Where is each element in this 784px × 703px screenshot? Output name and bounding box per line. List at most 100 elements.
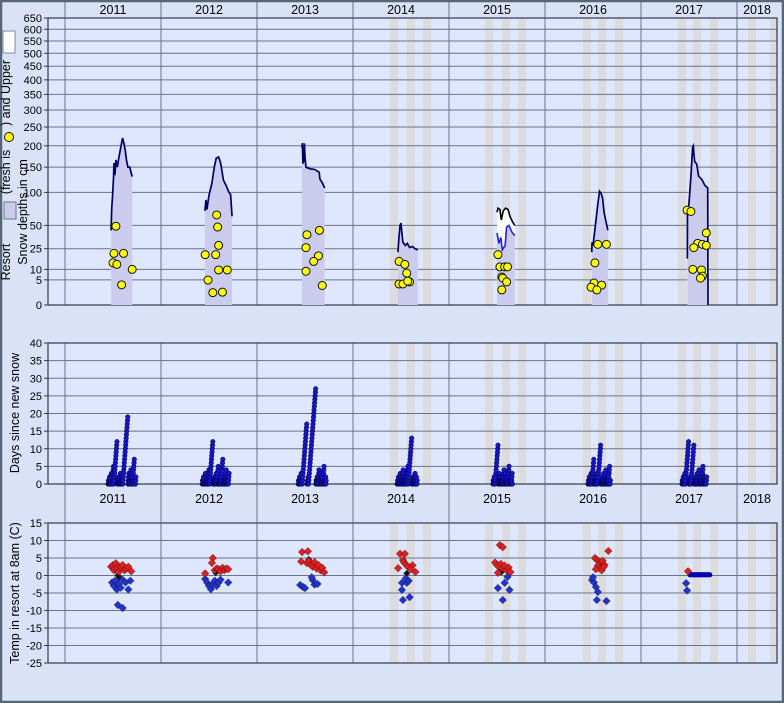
no-data-band bbox=[748, 18, 756, 305]
fresh-snow-dot bbox=[303, 231, 311, 239]
fresh-snow-dot bbox=[594, 240, 602, 248]
tick-label: 20 bbox=[30, 409, 42, 421]
fresh-snow-dot bbox=[113, 260, 121, 268]
fresh-snow-dot bbox=[223, 266, 231, 274]
fresh-snow-dot bbox=[494, 251, 502, 259]
days-marker bbox=[510, 471, 515, 476]
upper-swatch bbox=[3, 31, 15, 53]
days-marker bbox=[304, 422, 309, 427]
tick-label: 300 bbox=[24, 105, 42, 117]
fresh-snow-dot bbox=[689, 265, 697, 273]
snow-history-chart: 6506005505004504003503002502001501005025… bbox=[0, 0, 784, 703]
tick-label: 600 bbox=[24, 24, 42, 36]
fresh-snow-dot bbox=[602, 240, 610, 248]
fresh-snow-dot bbox=[310, 257, 318, 265]
fresh-snow-dot bbox=[118, 281, 126, 289]
tick-label: 40 bbox=[30, 338, 42, 350]
year-label: 2018 bbox=[743, 3, 771, 17]
fresh-snow-dot bbox=[687, 207, 695, 215]
tick-label: -20 bbox=[26, 641, 42, 653]
days-marker bbox=[132, 457, 137, 462]
tick-label: 0 bbox=[36, 479, 42, 491]
fresh-snow-dot bbox=[209, 289, 217, 297]
days-marker bbox=[221, 457, 226, 462]
year-label: 2016 bbox=[579, 492, 607, 506]
days-marker bbox=[324, 478, 329, 483]
days-marker bbox=[701, 464, 706, 469]
days-marker bbox=[313, 387, 318, 392]
fresh-snow-dot bbox=[201, 251, 209, 259]
year-label: 2018 bbox=[743, 492, 771, 506]
fresh-snow-dot bbox=[593, 286, 601, 294]
tick-label: 0 bbox=[36, 300, 42, 312]
days-marker bbox=[510, 482, 515, 487]
year-label: 2015 bbox=[483, 492, 511, 506]
no-data-band bbox=[423, 18, 431, 305]
days-marker bbox=[692, 443, 697, 448]
tick-label: 5 bbox=[36, 275, 42, 287]
fresh-snow-dot bbox=[120, 249, 128, 257]
no-data-band bbox=[678, 18, 686, 305]
days-marker bbox=[507, 464, 512, 469]
ylabel-fresh-open: (fresh is bbox=[0, 150, 13, 194]
days-marker bbox=[496, 443, 501, 448]
year-label: 2011 bbox=[100, 3, 127, 17]
fresh-snow-dot bbox=[401, 260, 409, 268]
tick-label: 30 bbox=[30, 373, 42, 385]
days-marker bbox=[125, 415, 130, 420]
fresh-snow-dot bbox=[215, 241, 223, 249]
temp-panel: 151050-5-10-15-20-25 bbox=[26, 518, 777, 670]
days-marker bbox=[686, 439, 691, 444]
fresh-snow-dot bbox=[213, 211, 221, 219]
tick-label: -15 bbox=[26, 623, 42, 635]
days-marker bbox=[607, 464, 612, 469]
ylabel-snow-depths: Snow depths in cm bbox=[16, 159, 30, 265]
fresh-snow-dot bbox=[697, 274, 705, 282]
tick-label: 200 bbox=[24, 141, 42, 153]
days-marker bbox=[322, 464, 327, 469]
tick-label: 450 bbox=[24, 61, 42, 73]
days-marker bbox=[211, 439, 216, 444]
year-label: 2013 bbox=[291, 492, 319, 506]
days-marker bbox=[134, 475, 139, 480]
ylabel-resort: Resort bbox=[0, 243, 13, 280]
no-data-band bbox=[615, 18, 623, 305]
days-marker bbox=[409, 436, 414, 441]
fresh-snow-legend-dot bbox=[5, 133, 14, 142]
no-data-band bbox=[770, 18, 777, 305]
year-label: 2015 bbox=[483, 3, 511, 17]
ylabel-and-upper: ) and Upper bbox=[0, 60, 13, 126]
fresh-snow-dot bbox=[318, 282, 326, 290]
tick-label: 250 bbox=[24, 122, 42, 134]
days-marker bbox=[704, 475, 709, 480]
chart-render-root: 6506005505004504003503002502001501005025… bbox=[0, 0, 784, 703]
no-data-band bbox=[583, 18, 591, 305]
year-label: 2013 bbox=[291, 3, 319, 17]
tick-label: 500 bbox=[24, 48, 42, 60]
tick-label: 10 bbox=[30, 444, 42, 456]
fresh-snow-dot bbox=[110, 249, 118, 257]
tick-label: 350 bbox=[24, 89, 42, 101]
year-label: 2017 bbox=[675, 492, 703, 506]
fresh-snow-dot bbox=[315, 226, 323, 234]
tick-label: 10 bbox=[30, 536, 42, 548]
tick-label: 25 bbox=[30, 244, 42, 256]
fresh-snow-dot bbox=[498, 286, 506, 294]
fresh-snow-dot bbox=[218, 288, 226, 296]
days-marker bbox=[608, 478, 613, 483]
fresh-snow-dot bbox=[302, 244, 310, 252]
tick-label: 0 bbox=[36, 571, 42, 583]
fresh-snow-dot bbox=[702, 229, 710, 237]
year-label: 2017 bbox=[675, 3, 703, 17]
chart-canvas: 6506005505004504003503002502001501005025… bbox=[0, 0, 784, 703]
tick-label: 5 bbox=[36, 553, 42, 565]
fresh-snow-dot bbox=[212, 251, 220, 259]
days-marker bbox=[115, 439, 120, 444]
fresh-snow-dot bbox=[204, 276, 212, 284]
tick-label: 15 bbox=[30, 426, 42, 438]
year-label: 2016 bbox=[579, 3, 607, 17]
fresh-snow-dot bbox=[591, 259, 599, 267]
year-label: 2011 bbox=[100, 492, 127, 506]
tick-label: 400 bbox=[24, 75, 42, 87]
fresh-snow-dot bbox=[404, 277, 412, 285]
